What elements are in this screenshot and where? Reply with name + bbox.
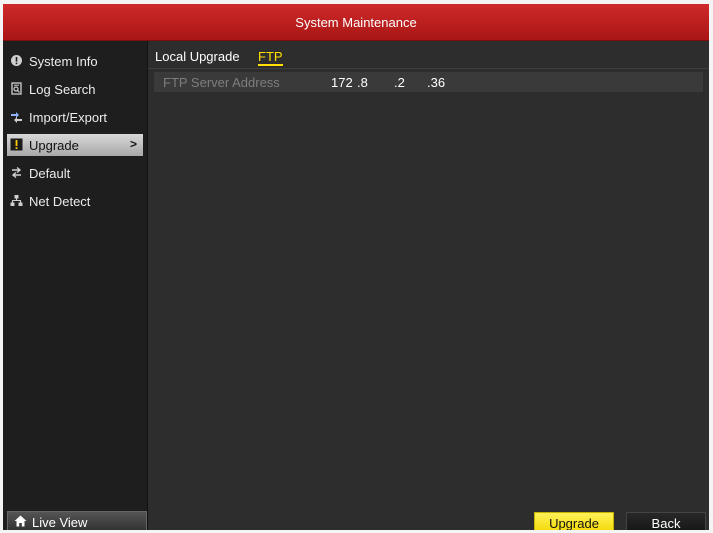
live-view-label: Live View (32, 515, 88, 530)
default-icon (11, 166, 22, 179)
log-search-icon (11, 82, 22, 95)
sidebar-item-import-export[interactable]: Import/Export (7, 106, 143, 128)
system-maintenance-window: System Maintenance System Info Log Searc… (3, 4, 709, 530)
sidebar-item-label: System Info (29, 54, 98, 69)
sidebar: System Info Log Search Import/Export Upg… (3, 41, 148, 530)
import-export-icon (11, 112, 22, 123)
window-title: System Maintenance (295, 15, 417, 30)
sidebar-item-log-search[interactable]: Log Search (7, 78, 143, 100)
sidebar-item-default[interactable]: Default (7, 162, 143, 184)
sidebar-item-label: Upgrade (29, 138, 79, 153)
sidebar-item-upgrade[interactable]: Upgrade > (7, 134, 143, 156)
ftp-server-address-label: FTP Server Address (163, 75, 280, 90)
home-icon (14, 515, 27, 527)
chevron-right-icon: > (129, 137, 137, 151)
tab-ftp[interactable]: FTP (258, 49, 283, 66)
live-view-button[interactable]: Live View (7, 511, 147, 530)
ip-octet-2[interactable]: .8 (357, 75, 368, 90)
info-icon (11, 55, 22, 66)
title-bar: System Maintenance (3, 4, 709, 41)
upgrade-icon (10, 138, 23, 151)
upgrade-button[interactable]: Upgrade (534, 512, 614, 530)
sidebar-item-label: Default (29, 166, 71, 181)
ip-octet-1[interactable]: 172 (331, 75, 353, 90)
tab-local-upgrade[interactable]: Local Upgrade (155, 49, 240, 64)
ftp-server-address-row: FTP Server Address 172 .8 .2 .36 (154, 72, 703, 92)
sidebar-item-system-info[interactable]: System Info (7, 50, 143, 72)
sidebar-item-net-detect[interactable]: Net Detect (7, 190, 143, 212)
net-detect-icon (10, 195, 23, 206)
sidebar-item-label: Import/Export (29, 110, 108, 125)
ip-octet-3[interactable]: .2 (394, 75, 405, 90)
back-button[interactable]: Back (626, 512, 706, 530)
sidebar-item-label: Log Search (29, 82, 96, 97)
upgrade-panel: Local Upgrade FTP FTP Server Address 172… (148, 41, 709, 530)
tab-divider (148, 68, 709, 69)
ip-octet-4[interactable]: .36 (427, 75, 445, 90)
sidebar-item-label: Net Detect (29, 194, 91, 209)
